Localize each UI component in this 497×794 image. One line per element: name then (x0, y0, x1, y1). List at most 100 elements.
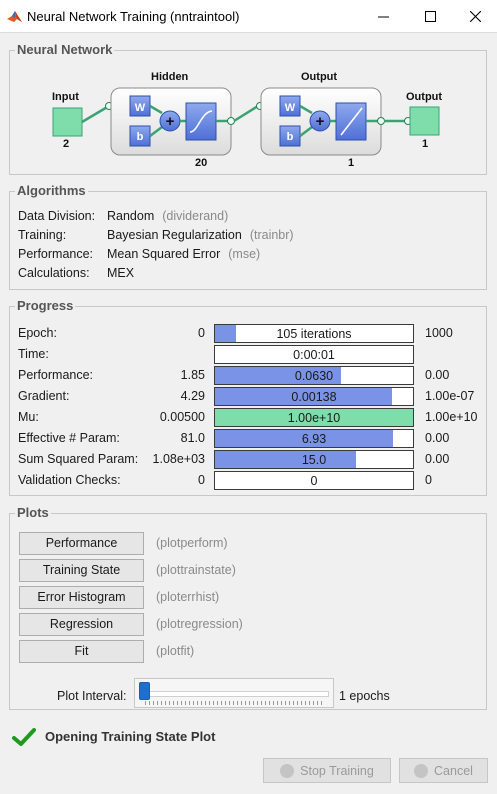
progress-row-sum-squared-param: Sum Squared Param: 1.08e+03 15.0 0.00 (10, 450, 488, 469)
slider-thumb[interactable] (139, 682, 150, 700)
progress-start-value: 4.29 (180, 389, 205, 403)
svg-text:b: b (287, 131, 294, 143)
plots-panel: Plots Performance (plotperform) Training… (9, 505, 487, 710)
output-layer-label: Output (301, 71, 338, 83)
progress-row-gradient: Gradient: 4.29 0.00138 1.00e-07 (10, 387, 488, 406)
minimize-icon (377, 16, 389, 18)
cancel-button[interactable]: Cancel (399, 758, 488, 783)
progress-label: Validation Checks: (18, 473, 121, 487)
plot-error-histogram-fn: (ploterrhist) (156, 590, 220, 604)
progress-title: Progress (15, 298, 76, 313)
progress-label: Sum Squared Param: (18, 452, 139, 466)
progress-bar: 0.0630 (214, 366, 414, 385)
window-title: Neural Network Training (nntraintool) (27, 9, 240, 24)
progress-start-value: 0 (198, 326, 205, 340)
progress-start-value: 0.00500 (159, 410, 205, 424)
progress-bar: 0:00:01 (214, 345, 414, 364)
plot-fit-button[interactable]: Fit (19, 640, 144, 663)
title-bar: Neural Network Training (nntraintool) (0, 0, 497, 33)
neural-network-panel: Neural Network W b + W b + Input 2 Hidde… (9, 42, 487, 175)
progress-label: Gradient: (18, 389, 70, 403)
progress-row-performance: Performance: 1.85 0.0630 0.00 (10, 366, 488, 385)
stop-training-label: Stop Training (300, 763, 374, 778)
plot-interval-label: Plot Interval: (57, 689, 127, 703)
svg-text:W: W (285, 102, 296, 114)
progress-label: Effective # Param: (18, 431, 120, 445)
progress-current-value: 6.93 (301, 432, 327, 446)
progress-start-value: 81.0 (180, 431, 205, 445)
svg-text:W: W (135, 102, 146, 114)
slider-ticks (145, 701, 323, 705)
plot-performance-button[interactable]: Performance (19, 532, 144, 555)
progress-target-value: 1000 (425, 326, 453, 340)
progress-current-value: 15.0 (301, 453, 327, 467)
plot-error-histogram-button[interactable]: Error Histogram (19, 586, 144, 609)
cancel-label: Cancel (434, 763, 473, 778)
progress-bar: 15.0 (214, 450, 414, 469)
progress-current-value: 1.00e+10 (287, 411, 341, 425)
progress-current-value: 0.00138 (291, 390, 337, 404)
plot-performance-fn: (plotperform) (156, 536, 228, 550)
progress-row-mu: Mu: 0.00500 1.00e+10 1.00e+10 (10, 408, 488, 427)
matlab-logo-icon (7, 11, 22, 22)
progress-current-value: 0.0630 (294, 369, 334, 383)
algorithms-panel: Algorithms Data Division: Random (divider… (9, 183, 487, 290)
plot-regression-fn: (plotregression) (156, 617, 243, 631)
output-layer-size: 1 (348, 157, 355, 169)
progress-start-value: 1.85 (180, 368, 205, 382)
stop-training-button[interactable]: Stop Training (263, 758, 391, 783)
progress-row-validation-checks: Validation Checks: 0 0 0 (10, 471, 488, 490)
slider-track (139, 691, 329, 697)
maximize-icon (424, 11, 436, 22)
hidden-label: Hidden (151, 71, 189, 83)
maximize-button[interactable] (407, 0, 453, 33)
plot-regression-button[interactable]: Regression (19, 613, 144, 636)
plot-training-state-button[interactable]: Training State (19, 559, 144, 582)
hidden-size: 20 (195, 157, 208, 169)
close-icon (469, 11, 481, 22)
input-label: Input (52, 91, 79, 103)
progress-bar: 6.93 (214, 429, 414, 448)
progress-start-value: 1.08e+03 (152, 452, 205, 466)
progress-row-time: Time: 0:00:01 (10, 345, 488, 364)
input-size: 2 (63, 138, 70, 150)
progress-bar: 0.00138 (214, 387, 414, 406)
progress-start-value: 0 (198, 473, 205, 487)
status-text: Opening Training State Plot (45, 729, 216, 744)
output-label: Output (406, 91, 443, 103)
progress-target-value: 0 (425, 473, 432, 487)
progress-bar: 1.00e+10 (214, 408, 414, 427)
minimize-button[interactable] (360, 0, 406, 33)
algorithms-title: Algorithms (15, 183, 88, 198)
plot-interval-value: 1 epochs (339, 689, 390, 703)
svg-text:+: + (166, 113, 175, 130)
progress-row-effective-param: Effective # Param: 81.0 6.93 0.00 (10, 429, 488, 448)
cancel-icon (414, 763, 429, 778)
output-size: 1 (422, 138, 429, 150)
progress-label: Epoch: (18, 326, 57, 340)
progress-target-value: 1.00e-07 (425, 389, 475, 403)
plot-training-state-fn: (plottrainstate) (156, 563, 236, 577)
progress-bar: 105 iterations (214, 324, 414, 343)
progress-panel: Progress Epoch: 0 105 iterations 1000 Time: 0… (9, 298, 488, 496)
svg-text:+: + (316, 113, 325, 130)
progress-current-value: 0:00:01 (293, 348, 335, 362)
progress-label: Performance: (18, 368, 94, 382)
progress-target-value: 0.00 (425, 452, 450, 466)
stop-icon (280, 763, 295, 778)
output-node (409, 106, 440, 136)
progress-current-value: 105 iterations (276, 327, 352, 341)
progress-target-value: 0.00 (425, 431, 450, 445)
input-node (52, 107, 83, 137)
progress-label: Mu: (18, 410, 39, 424)
progress-label: Time: (18, 347, 49, 361)
check-icon (12, 728, 36, 746)
progress-current-value: 0 (310, 474, 318, 488)
plot-fit-fn: (plotfit) (156, 644, 195, 658)
progress-target-value: 0.00 (425, 368, 450, 382)
plot-interval-slider[interactable] (134, 678, 334, 708)
progress-row-epoch: Epoch: 0 105 iterations 1000 (10, 324, 488, 343)
progress-target-value: 1.00e+10 (425, 410, 478, 424)
network-diagram: W b + W b + (52, 87, 440, 156)
close-button[interactable] (452, 0, 497, 33)
